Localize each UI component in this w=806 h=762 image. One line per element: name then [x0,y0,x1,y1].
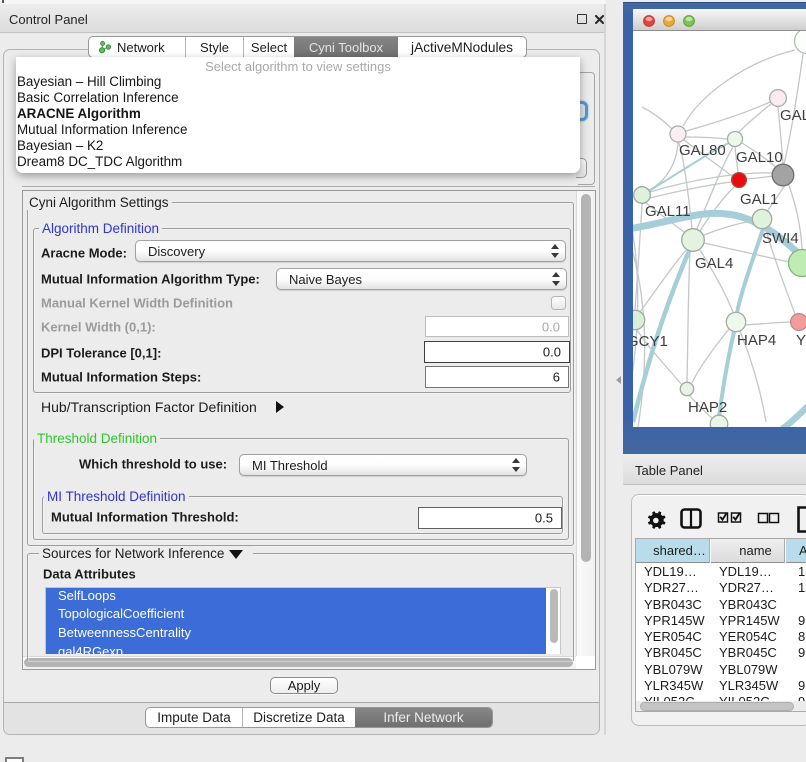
svg-text:YJ: YJ [796,332,806,349]
svg-text:SWI4: SWI4 [762,230,799,247]
svg-text:GAL11: GAL11 [645,203,691,220]
svg-text:GAL1: GAL1 [740,191,778,208]
svg-text:HAP2: HAP2 [688,399,727,416]
svg-text:HAP4: HAP4 [737,332,776,349]
svg-text:GAL80: GAL80 [679,142,726,159]
svg-text:GCY1: GCY1 [633,333,668,350]
svg-text:GAL4: GAL4 [695,255,733,272]
svg-text:GAL10: GAL10 [736,149,783,166]
svg-text:GAL7: GAL7 [780,107,806,124]
